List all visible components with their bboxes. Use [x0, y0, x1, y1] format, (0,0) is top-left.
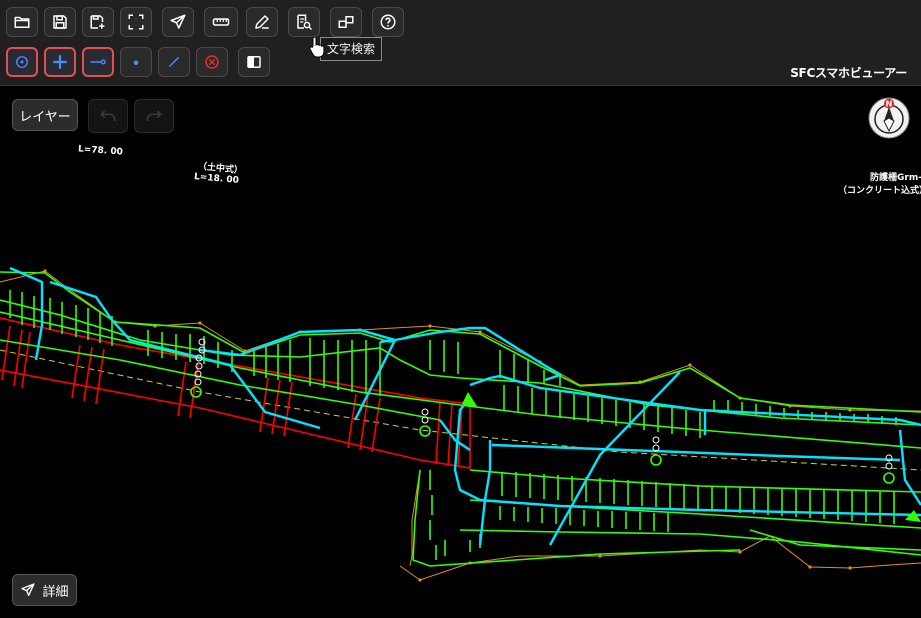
ruler-icon — [212, 18, 230, 26]
compass-icon[interactable]: N — [868, 97, 910, 139]
pen-icon — [255, 15, 269, 29]
help-button[interactable] — [372, 7, 404, 37]
tooltip: 文字検索 — [320, 37, 383, 61]
fullscreen-button[interactable] — [120, 7, 152, 37]
clear-button[interactable] — [196, 47, 228, 77]
text-search-button[interactable] — [288, 7, 320, 37]
dot-icon — [133, 60, 139, 65]
save-button[interactable] — [44, 7, 76, 37]
layer-button[interactable]: レイヤー — [12, 99, 78, 131]
help-icon — [380, 14, 396, 30]
hand-cursor-icon — [309, 36, 325, 58]
line-mode-button[interactable] — [158, 47, 190, 77]
undo-icon — [100, 110, 116, 121]
redo-icon — [146, 110, 162, 121]
redo-button[interactable] — [134, 99, 174, 133]
detail-button[interactable]: 詳細 — [12, 574, 77, 606]
target-icon — [16, 56, 28, 68]
edit-button[interactable] — [246, 7, 278, 37]
undo-button[interactable] — [88, 99, 128, 133]
guardrail-label: 防護柵Grm-A-E — [870, 173, 921, 183]
send-icon — [170, 14, 186, 29]
save-icon — [53, 15, 67, 29]
navigate-button[interactable] — [162, 7, 194, 37]
save-as-icon — [90, 15, 105, 29]
doc-search-icon — [297, 14, 313, 31]
open-file-button[interactable] — [6, 7, 38, 37]
cad-canvas[interactable] — [0, 86, 921, 618]
fullscreen-icon — [128, 14, 144, 30]
snap-endpoint-button[interactable] — [82, 47, 114, 77]
point-mode-button[interactable] — [120, 47, 152, 77]
guardrail-type-label: （コンクリート込式）L= — [838, 186, 921, 196]
contrast-icon — [247, 56, 261, 68]
save-as-button[interactable] — [82, 7, 114, 37]
folder-icon — [14, 16, 30, 28]
contrast-button[interactable] — [238, 47, 270, 77]
cancel-icon — [205, 55, 219, 69]
compass-north-label: N — [886, 100, 893, 109]
line-end-icon — [90, 59, 106, 65]
toolbar: SFCスマホビューアー — [0, 0, 921, 86]
slash-icon — [168, 56, 180, 68]
windows-icon — [338, 16, 354, 28]
measure-button[interactable] — [204, 7, 238, 37]
snap-cross-button[interactable] — [44, 47, 76, 77]
snap-center-button[interactable] — [6, 47, 38, 77]
plus-icon — [53, 55, 67, 69]
window-button[interactable] — [330, 7, 362, 37]
detail-label: 詳細 — [42, 584, 69, 600]
send-icon — [21, 583, 36, 596]
app-title: SFCスマホビューアー — [790, 66, 907, 80]
